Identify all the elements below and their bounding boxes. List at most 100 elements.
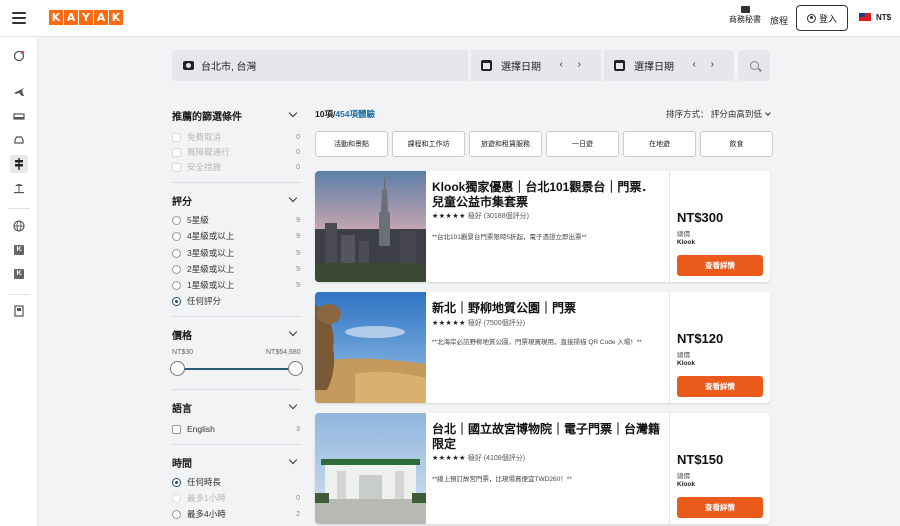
vacation-icon[interactable]	[10, 179, 28, 197]
card-divider	[669, 171, 670, 282]
filter-rating-4[interactable]: 4星級或以上 9	[172, 229, 302, 243]
card-rating: ★★★★★ 極好 (30188個評分)	[432, 211, 529, 221]
radio[interactable]	[172, 264, 181, 274]
price-slider-min-handle[interactable]	[170, 361, 185, 376]
palace-museum-photo[interactable]	[315, 413, 426, 524]
radio[interactable]	[172, 280, 181, 290]
filter-count: 0	[296, 148, 300, 156]
business-link[interactable]: 商務秘書	[728, 6, 762, 25]
filter-label: 2星級或以上	[187, 264, 235, 274]
logo-letter: A	[64, 10, 78, 25]
card-rating: ★★★★★ 極好 (7500個評分)	[432, 318, 525, 328]
filter-language-title[interactable]: 語言	[172, 400, 300, 415]
result-count-link[interactable]: 454項體驗	[335, 109, 375, 119]
chevron-down-icon	[288, 108, 298, 118]
filter-count: 9	[296, 232, 300, 240]
price-slider-track[interactable]	[178, 368, 296, 370]
card-title[interactable]: 台北｜國立故宮博物院｜電子門票｜台灣籍限定	[432, 422, 662, 452]
radio[interactable]	[172, 215, 181, 225]
globe-icon[interactable]	[10, 217, 28, 235]
checkbox[interactable]	[172, 162, 181, 172]
filter-rating-5[interactable]: 5星級 9	[172, 213, 302, 227]
category-food[interactable]: 飲食	[700, 131, 773, 157]
category-tours-rentals[interactable]: 旅遊和租賃服務	[469, 131, 542, 157]
card-description: **北海岸必訪野柳地質公園，門票現買現用，直接掃描 QR Code 入場！**	[432, 339, 642, 346]
yehliu-photo[interactable]	[315, 292, 426, 403]
filter-rating-title[interactable]: 評分	[172, 193, 300, 208]
camera-icon	[183, 61, 194, 70]
filter-free-cancel[interactable]: 免費取消 0	[172, 130, 302, 144]
trips-link[interactable]: 旅程	[770, 14, 788, 27]
flights-icon[interactable]	[10, 83, 28, 101]
filter-label: 任何評分	[187, 296, 222, 306]
logo-letter: K	[49, 10, 63, 25]
taiwan-flag-icon[interactable]	[859, 13, 871, 21]
login-button[interactable]: 登入	[796, 5, 848, 31]
filter-rating-2[interactable]: 2星級或以上 9	[172, 262, 302, 276]
filter-language-english[interactable]: English 3	[172, 422, 302, 436]
sort-label: 排序方式： 評分由高到低	[666, 109, 762, 119]
result-card[interactable]: Klook獨家優惠｜台北101觀景台｜門票．兒童公益市集套票 ★★★★★ 極好 …	[315, 171, 770, 282]
currency-selector[interactable]: NT$	[876, 13, 891, 22]
result-card[interactable]: 台北｜國立故宮博物院｜電子門票｜台灣籍限定 ★★★★★ 極好 (4108個評分)…	[315, 413, 770, 524]
card-divider	[669, 292, 670, 403]
start-date-picker[interactable]: 選擇日期 ‹ ›	[471, 50, 601, 81]
card-total-label: 總價	[677, 352, 690, 359]
kayak-logo[interactable]: K A Y A K	[49, 10, 124, 25]
filter-duration-any[interactable]: 任何時長	[172, 475, 302, 489]
card-price: NT$300	[677, 210, 724, 225]
category-local-tours[interactable]: 在地遊	[623, 131, 696, 157]
search-button[interactable]	[738, 50, 770, 81]
checkbox[interactable]	[172, 147, 181, 157]
view-details-button[interactable]: 查看詳情	[677, 376, 763, 397]
view-details-button[interactable]: 查看詳情	[677, 497, 763, 518]
radio[interactable]	[172, 231, 181, 241]
filter-rating-3[interactable]: 3星級或以上 9	[172, 246, 302, 260]
view-details-button[interactable]: 查看詳情	[677, 255, 763, 276]
radio-selected[interactable]	[172, 296, 181, 306]
filter-divider	[172, 444, 302, 445]
radio-selected[interactable]	[172, 477, 181, 487]
radio[interactable]	[172, 248, 181, 258]
filter-rating-1[interactable]: 1星級或以上 9	[172, 278, 302, 292]
price-slider-max-handle[interactable]	[288, 361, 303, 376]
category-day-trips[interactable]: 一日遊	[546, 131, 619, 157]
location-input[interactable]: 台北市, 台灣	[172, 50, 468, 81]
hotels-icon[interactable]	[10, 107, 28, 125]
menu-icon[interactable]	[12, 12, 26, 24]
filter-duration-1h[interactable]: 最多1小時 0	[172, 491, 302, 505]
filter-title-text: 語言	[172, 404, 192, 415]
filter-recommended-title[interactable]: 推薦的篩選條件	[172, 108, 300, 123]
end-date-picker[interactable]: 選擇日期 ‹ ›	[604, 50, 734, 81]
chevron-down-icon	[288, 193, 298, 203]
filter-title-text: 推薦的篩選條件	[172, 112, 242, 123]
card-total-label: 總價	[677, 231, 690, 238]
things-to-do-icon[interactable]	[10, 155, 28, 173]
filter-duration-title[interactable]: 時間	[172, 455, 300, 470]
taipei-101-photo[interactable]	[315, 171, 426, 282]
filter-duration-4h[interactable]: 最多4小時 2	[172, 507, 302, 521]
radio[interactable]	[172, 493, 181, 503]
filter-count: 9	[296, 265, 300, 273]
date-nav-arrows[interactable]: ‹ ›	[693, 59, 720, 70]
kayak-business-icon[interactable]: K	[10, 265, 28, 283]
radio[interactable]	[172, 509, 181, 519]
checkbox[interactable]	[172, 424, 181, 434]
date-nav-arrows[interactable]: ‹ ›	[560, 59, 587, 70]
card-title[interactable]: 新北｜野柳地質公園｜門票	[432, 301, 662, 316]
kayak-app-icon[interactable]: K	[10, 241, 28, 259]
filter-price-title[interactable]: 價格	[172, 327, 300, 342]
filter-accessible[interactable]: 無障礙通行 0	[172, 145, 302, 159]
filter-rating-any[interactable]: 任何評分	[172, 294, 302, 308]
trips-book-icon[interactable]	[10, 302, 28, 320]
card-title[interactable]: Klook獨家優惠｜台北101觀景台｜門票．兒童公益市集套票	[432, 180, 662, 210]
filter-safety[interactable]: 安全措施 0	[172, 160, 302, 174]
category-activities[interactable]: 活動和景點	[315, 131, 388, 157]
sort-dropdown[interactable]: 排序方式： 評分由高到低	[666, 108, 771, 120]
cars-icon[interactable]	[10, 131, 28, 149]
category-classes[interactable]: 課程和工作坊	[392, 131, 465, 157]
checkbox[interactable]	[172, 132, 181, 142]
result-card[interactable]: 新北｜野柳地質公園｜門票 ★★★★★ 極好 (7500個評分) **北海岸必訪野…	[315, 292, 770, 403]
card-provider: Klook	[677, 239, 696, 246]
explore-icon[interactable]	[10, 47, 28, 65]
